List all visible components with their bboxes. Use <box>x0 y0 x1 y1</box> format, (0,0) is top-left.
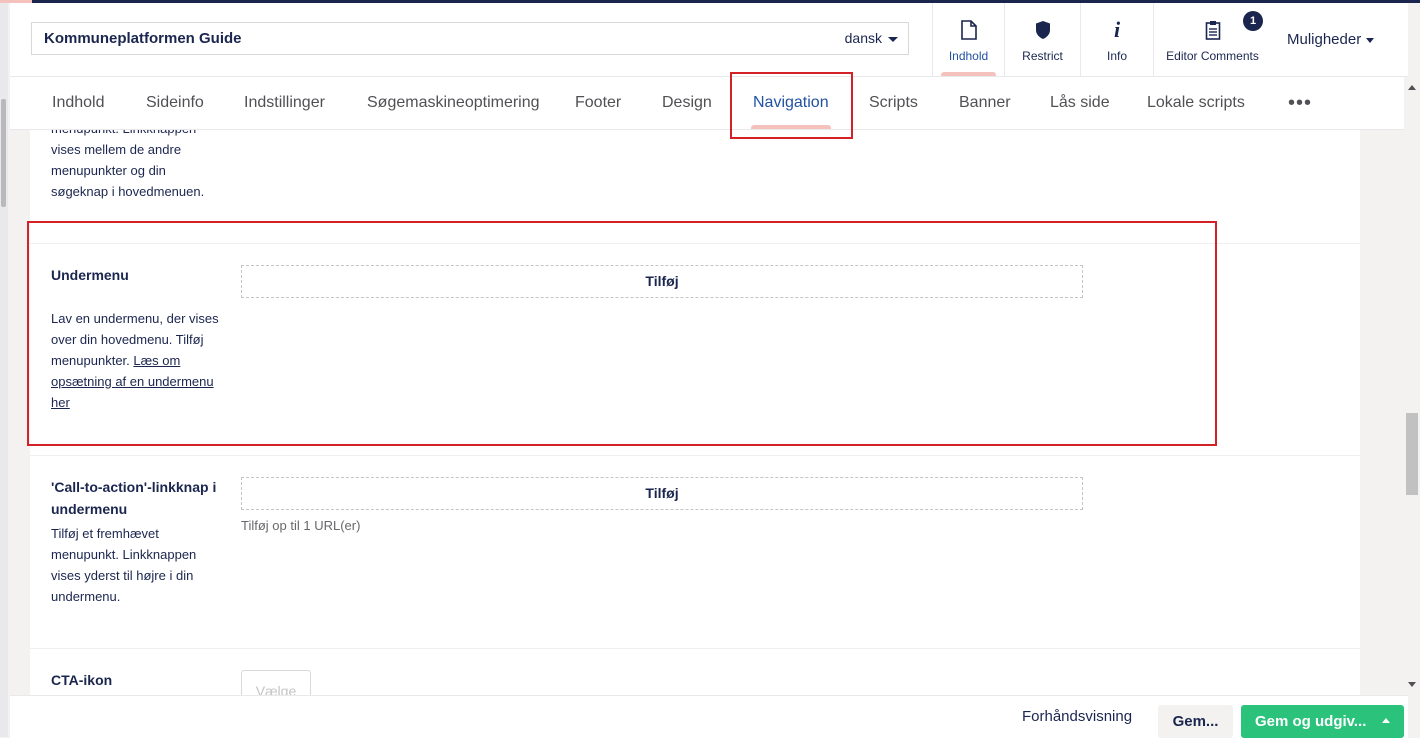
tab-design[interactable]: Design <box>662 77 712 129</box>
property-divider <box>30 455 1360 456</box>
tab-lokale-scripts[interactable]: Lokale scripts <box>1147 77 1245 129</box>
preview-button[interactable]: Forhåndsvisning <box>1022 696 1132 738</box>
info-app-button[interactable]: i Info <box>1080 3 1153 76</box>
cta-link-label: 'Call-to-action'-linkknap i undermenu <box>51 479 217 517</box>
cta-link-description: Tilføj et fremhævet menupunkt. Linkknapp… <box>51 526 197 604</box>
indhold-app-button[interactable]: Indhold <box>932 3 1004 76</box>
chevron-down-icon <box>1366 37 1375 43</box>
chevron-up-icon[interactable] <box>1382 718 1390 723</box>
page-name-box: dansk <box>31 22 909 55</box>
document-icon <box>933 18 1004 42</box>
shield-icon <box>1005 18 1080 42</box>
editor-footer: Forhåndsvisning Gem... Gem og udgiv... <box>10 695 1408 738</box>
language-select[interactable]: dansk <box>845 23 898 54</box>
previous-property-description: menupunkt. Linkknappen vises mellem de a… <box>51 130 205 199</box>
tab-banner[interactable]: Banner <box>959 77 1011 129</box>
comments-count-badge: 1 <box>1243 11 1263 31</box>
tab-soegemaskineoptimering[interactable]: Søgemaskineoptimering <box>367 77 540 129</box>
cta-icon-select-button[interactable]: Vælge <box>241 670 311 695</box>
tab-sideinfo[interactable]: Sideinfo <box>146 77 204 129</box>
editor-header: dansk Indhold Restrict i Info 1 Editor C… <box>10 3 1408 77</box>
navigation-tab-highlight <box>730 72 853 139</box>
more-tabs-button[interactable]: ••• <box>1288 77 1312 129</box>
scroll-up-arrow-icon[interactable] <box>1408 85 1416 90</box>
save-button[interactable]: Gem... <box>1158 705 1233 738</box>
tab-indstillinger[interactable]: Indstillinger <box>244 77 325 129</box>
left-scroll-strip <box>0 3 8 737</box>
tab-laas-side[interactable]: Lås side <box>1050 77 1110 129</box>
tab-footer[interactable]: Footer <box>575 77 621 129</box>
editor-comments-app-button[interactable]: 1 Editor Comments <box>1153 3 1271 76</box>
chevron-down-icon <box>888 36 898 42</box>
tab-scripts[interactable]: Scripts <box>869 77 918 129</box>
undermenu-section-highlight <box>27 221 1217 446</box>
scroll-thumb[interactable] <box>1406 413 1418 495</box>
cta-icon-label: CTA-ikon <box>51 672 113 688</box>
scroll-down-arrow-icon[interactable] <box>1408 682 1416 687</box>
actions-menu-button[interactable]: Muligheder <box>1287 3 1407 76</box>
cta-link-add-button[interactable]: Tilføj <box>241 477 1083 510</box>
restrict-app-button[interactable]: Restrict <box>1004 3 1080 76</box>
info-icon: i <box>1113 17 1121 42</box>
cta-link-helper-text: Tilføj op til 1 URL(er) <box>241 518 361 533</box>
tab-indhold[interactable]: Indhold <box>52 77 105 129</box>
save-and-publish-button[interactable]: Gem og udgiv... <box>1241 705 1404 738</box>
page-name-input[interactable] <box>44 23 804 54</box>
content-scrollbar[interactable] <box>1404 77 1420 695</box>
property-divider <box>30 648 1360 649</box>
content-tabs: Indhold Sideinfo Indstillinger Søgemaski… <box>10 77 1408 130</box>
